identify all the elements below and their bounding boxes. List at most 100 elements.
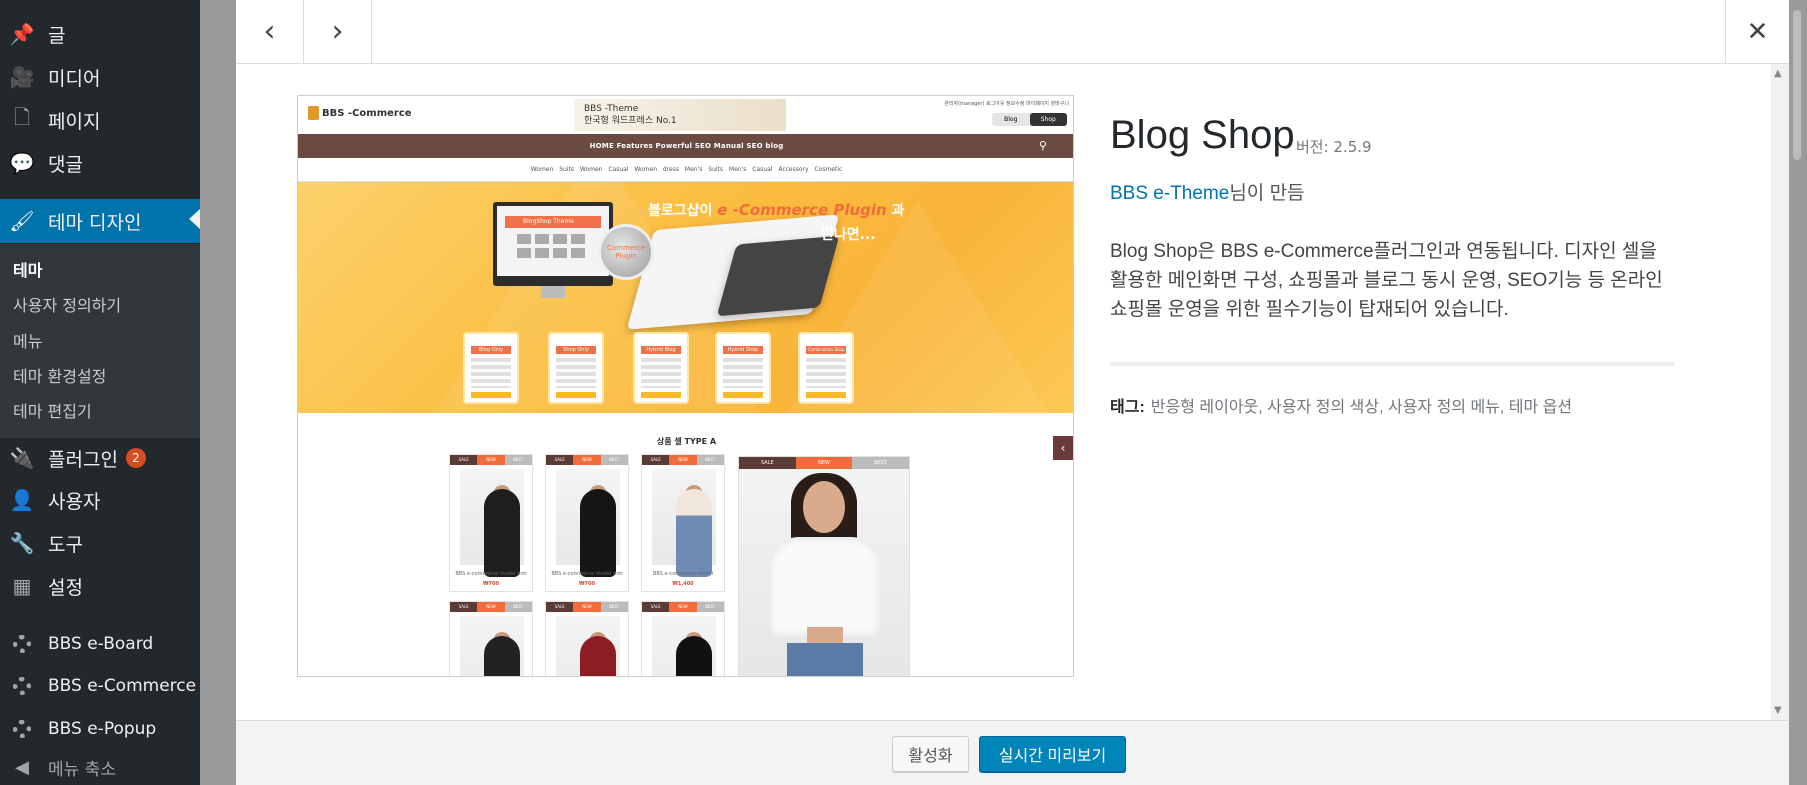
user-icon: 👤 [9,488,35,512]
modal-scrollbar[interactable]: ▲ ▼ [1771,64,1789,720]
submenu-themes[interactable]: 테마 [13,257,42,281]
menu-label: 사용자 [48,490,101,513]
chevron-left-icon: ‹ [263,14,276,49]
submenu-menus[interactable]: 메뉴 [13,328,42,352]
product-card: SALE NEW BEST [545,601,629,676]
theme-version: 버전: 2.5.9 [1296,138,1372,156]
theme-screenshot: BBS -Commerce BBS -Theme 한국형 워드프레스 No.1 … [297,95,1074,677]
menu-label: 설정 [48,576,83,599]
gear-icon [8,632,36,656]
appearance-submenu: 테마 사용자 정의하기 메뉴 테마 환경설정 테마 편집기 [0,244,200,438]
phone-illustration: Hybrid Blog [633,332,689,404]
collapse-label: 메뉴 축소 [48,759,116,780]
close-icon: ✕ [1746,16,1769,47]
menu-bbs-eboard[interactable]: BBS e-Board [0,624,200,664]
scroll-up-icon[interactable]: ▲ [1774,68,1782,79]
preview-top-links: 관리자(manager) 로그아웃 정보수정 마이페이지 장바구니 [944,101,1069,107]
chevron-left-icon: ‹ [1053,436,1073,460]
settings-icon: ▦ [12,574,32,598]
phone-illustration: Combination Shop & Blog [798,332,854,404]
plugin-icon: 🔌 [9,446,35,470]
menu-plugins[interactable]: 🔌 플러그인 2 [0,438,200,478]
gear-icon [8,674,36,698]
author-link[interactable]: BBS e-Theme [1110,183,1229,204]
modal-header: ‹ › ✕ [236,0,1789,64]
preview-banner: BBS -Theme 한국형 워드프레스 No.1 [574,99,786,131]
comment-icon: 💬 [9,151,35,175]
menu-label: 도구 [48,533,83,556]
theme-name: Blog Shop [1110,113,1295,157]
page-scrollbar[interactable] [1789,0,1807,785]
previous-theme-button[interactable]: ‹ [236,0,304,63]
close-button[interactable]: ✕ [1725,0,1789,63]
hero-subtitle: 만나면... [821,227,876,243]
menu-appearance[interactable]: 🖌 테마 디자인 [0,199,200,243]
search-icon: ⚲ [1038,139,1048,152]
menu-label: 댓글 [48,153,83,176]
menu-label: 글 [48,24,66,47]
hero-title: 블로그샵이 e -Commerce Plugin 과 [648,201,905,219]
activate-button[interactable]: 활성화 [892,736,969,772]
submenu-theme-settings[interactable]: 테마 환경설정 [13,363,106,387]
menu-bbs-epopup[interactable]: BBS e-Popup [0,709,200,749]
product-card: SALE NEW BEST BBS e-commerce model ₩1,400 [641,454,725,592]
menu-label: 플러그인 [48,448,118,471]
theme-description: Blog Shop은 BBS e-Commerce플러그인과 연동됩니다. 디자… [1110,241,1663,320]
menu-label: 미디어 [48,67,101,90]
tags-label: 태그: [1110,399,1145,416]
preview-logo: BBS -Commerce [308,106,412,120]
preview-topbar: BBS -Commerce BBS -Theme 한국형 워드프레스 No.1 … [298,96,1073,134]
scrollbar-thumb[interactable] [1793,10,1801,160]
collapse-arrow-icon: ◀ [15,756,29,778]
product-card: SALE NEW BEST BBS e-commerce model mm ₩700 [449,454,533,592]
live-preview-button[interactable]: 실시간 미리보기 [979,736,1126,772]
modal-footer: 활성화 실시간 미리보기 [236,720,1789,785]
overlay-backdrop[interactable] [200,0,236,785]
menu-bbs-ecommerce[interactable]: BBS e-Commerce [0,666,200,706]
monitor-illustration: BlogShop Theme [493,202,613,298]
phone-illustration: Blog Only [463,332,519,404]
menu-users[interactable]: 👤 사용자 [0,480,200,520]
product-card: SALE NEW BEST [449,601,533,676]
menu-label: BBS e-Board [48,634,154,654]
preview-hero: BlogShop Theme Commerce Plugin 블로그샵이 e -… [298,182,1073,413]
gear-icon [8,717,36,741]
phone-illustration: Hybrid Shop [715,332,771,404]
next-theme-button[interactable]: › [304,0,372,63]
menu-label: BBS e-Commerce [48,676,197,696]
product-card: SALE NEW BEST [641,601,725,676]
menu-comments[interactable]: 💬 댓글 [0,143,200,183]
preview-categories: Women Suits Women Casual Women dress Men… [298,158,1073,182]
author-suffix: 님이 만듬 [1229,183,1305,204]
menu-media[interactable]: 🎥 미디어 [0,57,200,97]
lens-illustration: Commerce Plugin [598,224,654,280]
chevron-right-icon: › [331,14,344,49]
menu-pages[interactable]: 🗋 페이지 [0,100,200,140]
menu-tools[interactable]: 🔧 도구 [0,523,200,563]
wrench-icon: 🔧 [9,531,35,555]
submenu-customize[interactable]: 사용자 정의하기 [13,292,121,316]
menu-posts[interactable]: 📌 글 [0,14,200,54]
update-count-badge: 2 [125,448,146,468]
admin-sidebar: 📌 글 🎥 미디어 🗋 페이지 💬 댓글 🖌 테마 디자인 테마 사용자 정의하… [0,0,200,785]
product-card-large: SALE NEW BEST [738,456,910,676]
theme-author: BBS e-Theme님이 만듬 [1110,178,1305,205]
phone-illustration: Shop Only [548,332,604,404]
menu-label: BBS e-Popup [48,719,157,739]
brush-icon: 🖌 [9,209,35,233]
preview-section-title: 상품 셀 TYPE A [656,437,717,446]
product-card: SALE NEW BEST BBS e-commerce model mm ₩700 [545,454,629,592]
menu-settings[interactable]: ▦ 설정 [0,566,200,606]
menu-label: 페이지 [48,110,101,133]
theme-details-modal: ‹ › ✕ BBS -Commerce BBS -Theme 한국형 워드프레스… [236,0,1789,785]
divider [1110,362,1675,366]
page-icon: 🗋 [13,105,31,129]
scroll-down-icon[interactable]: ▼ [1774,705,1782,716]
preview-blog-shop-toggle: Blog Shop [992,113,1067,126]
media-icon: 🎥 [9,65,35,89]
menu-label: 테마 디자인 [48,211,142,234]
pin-icon: 📌 [9,22,35,46]
submenu-theme-editor[interactable]: 테마 편집기 [13,398,92,422]
tags-list: 반응형 레이아웃, 사용자 정의 색상, 사용자 정의 메뉴, 테마 옵션 [1150,399,1573,416]
collapse-menu-button[interactable]: ◀ 메뉴 축소 [0,752,200,782]
